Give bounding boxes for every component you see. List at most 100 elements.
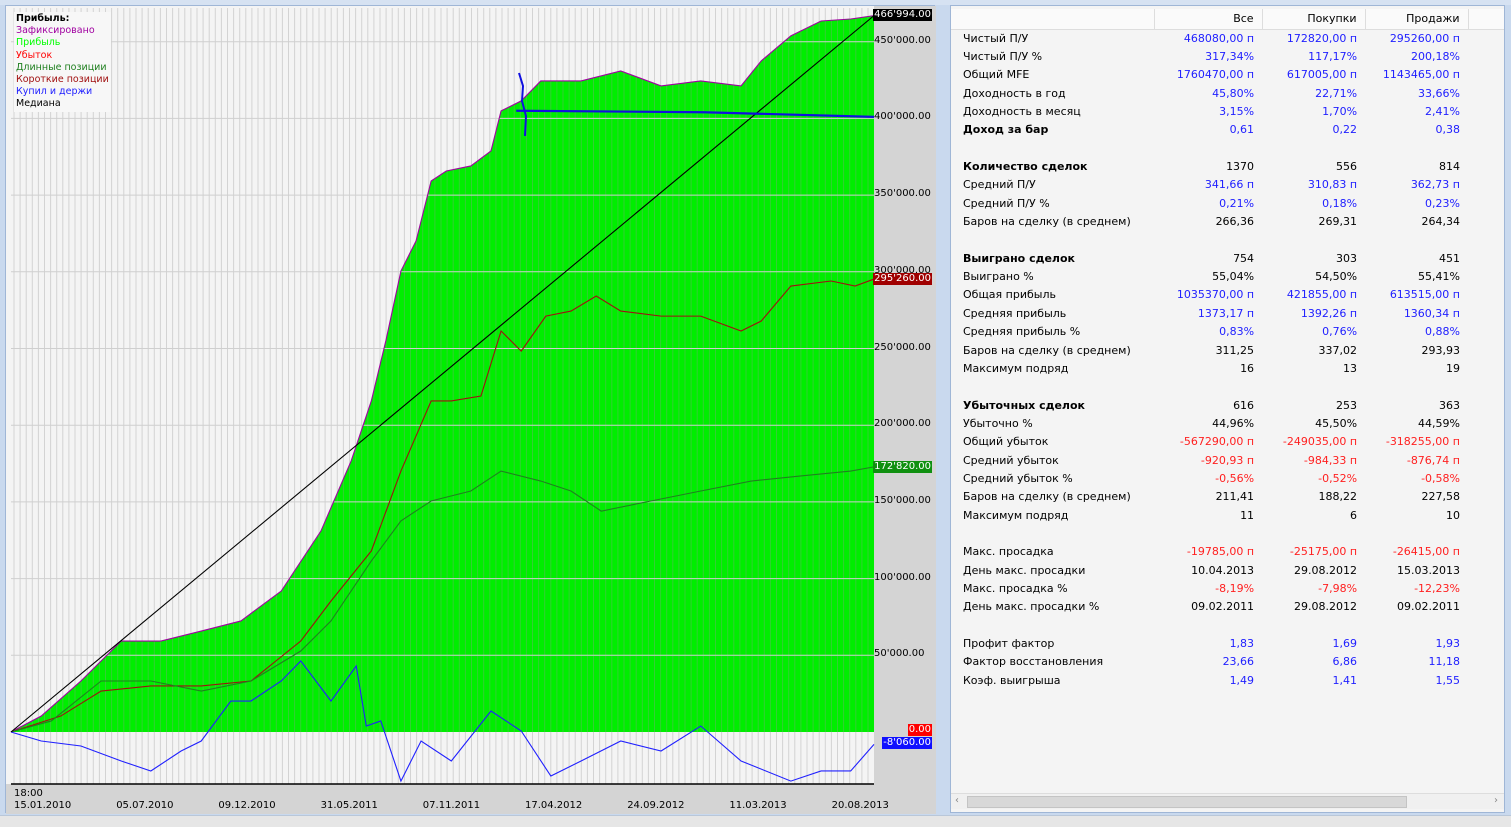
stats-row: Доходность в год 45,80% 22,71% 33,66% -1,4: [951, 84, 1504, 102]
stats-cell: 0,22: [1332, 123, 1358, 137]
stats-cell: 55,41%: [1418, 270, 1460, 284]
stats-row: День макс. просадки % 09.02.2011 29.08.201…: [951, 598, 1504, 616]
stats-cell: -8060,0: [1468, 176, 1504, 194]
stats-cell: 44,96%: [1212, 416, 1255, 430]
stats-cell: -0,52%: [1318, 471, 1358, 485]
stats-row-label: Баров на сделку (в среднем): [963, 490, 1131, 504]
stats-row: Баров на сделку (в среднем) 211,41 188,22 2…: [951, 488, 1504, 506]
stats-row: Баров на сделку (в среднем) 266,36 269,31 2…: [951, 212, 1504, 230]
scroll-left-icon[interactable]: ‹: [955, 795, 959, 806]
stats-cell: [1365, 524, 1468, 542]
stats-row-label: Макс. просадка: [963, 545, 1054, 559]
stats-row-label: Убыточных сделок: [963, 398, 1086, 412]
stats-cell: 0,21%: [1219, 196, 1255, 210]
stats-row: Общая прибыль 1035370,00 п 421855,00 п 6135…: [951, 286, 1504, 304]
x-tick-label: 20.08.2013: [831, 800, 889, 811]
stats-cell: 1760470,00 п: [1176, 68, 1255, 82]
stats-row: День макс. просадки 10.04.2013 29.08.2012 1…: [951, 561, 1504, 579]
stats-row: Доходность в месяц 3,15% 1,70% 2,41% -0,1: [951, 102, 1504, 120]
stats-cell: 264,34: [1421, 215, 1461, 229]
stats-cell: [1468, 378, 1504, 396]
column-header[interactable]: Все: [1154, 9, 1263, 30]
stats-cell: [1365, 231, 1468, 249]
stats-cell: 44,59%: [1418, 416, 1460, 430]
stats-cell: 310,83 п: [1307, 178, 1358, 192]
stats-row-label: [951, 231, 1155, 249]
equity-chart-panel[interactable]: Прибыль: Зафиксировано Прибыль Убыток Длинн…: [5, 5, 936, 814]
stats-row: Средний убыток -920,93 п -984,33 п -876,74 …: [951, 451, 1504, 469]
stats-cell: 303: [1336, 251, 1358, 265]
stats-row-label: Средняя прибыль: [963, 306, 1067, 320]
stats-row: Выиграно % 55,04% 54,50% 55,41% 0,0: [951, 267, 1504, 285]
stats-cell: [1155, 616, 1262, 634]
stats-row-label: Общий убыток: [963, 435, 1049, 449]
stats-row: Макс. просадка % -8,19% -7,98% -12,23% -26,5: [951, 579, 1504, 597]
stats-row-label: Общий MFE: [963, 68, 1030, 82]
stats-cell: 0: [1468, 671, 1504, 689]
chart-legend: Прибыль: Зафиксировано Прибыль Убыток Длинн…: [14, 12, 111, 112]
stats-row: Выиграно сделок 754 303 451: [951, 249, 1504, 267]
stats-cell: [1468, 506, 1504, 524]
stats-row-label: Выиграно сделок: [963, 251, 1076, 265]
legend-item: Купил и держи: [16, 86, 93, 98]
stats-cell: 29.08.2012: [1294, 563, 1358, 577]
x-tick-label: 31.05.2011: [320, 800, 378, 811]
column-header[interactable]: Покупки: [1261, 9, 1366, 30]
stats-cell: [1468, 249, 1504, 267]
stats-cell: -567290,00 п: [1179, 435, 1255, 449]
stats-row-label: Количество сделок: [963, 160, 1088, 174]
column-header[interactable]: Продажи: [1364, 9, 1468, 30]
stats-cell: 0,76%: [1322, 325, 1358, 339]
stats-cell: 0,61: [1229, 123, 1255, 137]
horizontal-scrollbar[interactable]: ‹ ›: [951, 793, 1504, 809]
stats-cell: 6,86: [1332, 655, 1358, 669]
stats-cell: 33,66%: [1418, 86, 1460, 100]
y-tick-label: 400'000.00: [874, 111, 931, 123]
stats-cell: 200,18%: [1411, 50, 1460, 64]
column-header[interactable]: Рынок: [1467, 9, 1504, 30]
stats-cell: -7,98%: [1318, 581, 1358, 595]
stats-row: Чистый П/У 468080,00 п 172820,00 п 295260,0…: [951, 29, 1504, 47]
stats-row: Общий MFE 1760470,00 п 617005,00 п 1143465,…: [951, 66, 1504, 84]
stats-cell: 188,22: [1318, 490, 1358, 504]
last-value-tag: 466'994.00: [873, 9, 932, 21]
stats-cell: -920,93 п: [1200, 453, 1255, 467]
y-tick-label: 50'000.00: [874, 648, 925, 660]
stats-cell: -8060,0: [1468, 29, 1504, 47]
stats-cell: 468080,00 п: [1183, 31, 1255, 45]
stats-cell: 317,34%: [1205, 50, 1255, 64]
stats-row-label: Профит фактор: [963, 637, 1055, 651]
stats-cell: 0,38: [1435, 123, 1461, 137]
stats-cell: -5,1: [1468, 469, 1504, 487]
stats-cell: 19: [1446, 361, 1460, 375]
stats-cell: [1155, 231, 1262, 249]
stats-cell: 1,70%: [1322, 105, 1358, 119]
stats-cell: 295260,00 п: [1389, 31, 1460, 45]
stats-cell: 22,71%: [1315, 86, 1358, 100]
stats-row-label: Выиграно %: [963, 270, 1034, 284]
stats-cell: 1373,17 п: [1197, 306, 1255, 320]
equity-chart[interactable]: [6, 6, 936, 814]
scroll-right-icon[interactable]: ›: [1494, 795, 1498, 806]
column-header[interactable]: [951, 9, 1155, 30]
last-value-tag: 0.00: [907, 724, 932, 736]
stats-row-label: Баров на сделку (в среднем): [963, 215, 1131, 229]
stats-row-label: Доход за бар: [963, 123, 1049, 137]
stats-cell: 293,93: [1421, 343, 1461, 357]
stats-cell: -39215,0: [1468, 543, 1504, 561]
legend-item: Прибыль: [16, 37, 61, 49]
stats-cell: 52580,0: [1468, 66, 1504, 84]
stats-cell: -876,74 п: [1406, 453, 1460, 467]
y-tick-label: 200'000.00: [874, 418, 931, 430]
stats-row-label: [951, 378, 1155, 396]
stats-cell: 0,18%: [1322, 196, 1358, 210]
stats-cell: -0,1: [1468, 102, 1504, 120]
stats-row-label: Общая прибыль: [963, 288, 1056, 302]
scrollbar-thumb[interactable]: [967, 796, 1407, 808]
stats-row: Максимум подряд 16 13 19: [951, 359, 1504, 377]
x-tick-label: 17.04.2012: [525, 800, 583, 811]
legend-item: Длинные позиции: [16, 61, 107, 73]
stats-cell: 1,83: [1229, 637, 1255, 651]
y-tick-label: 450'000.00: [874, 34, 931, 46]
stats-row-label: Средний убыток: [963, 453, 1059, 467]
